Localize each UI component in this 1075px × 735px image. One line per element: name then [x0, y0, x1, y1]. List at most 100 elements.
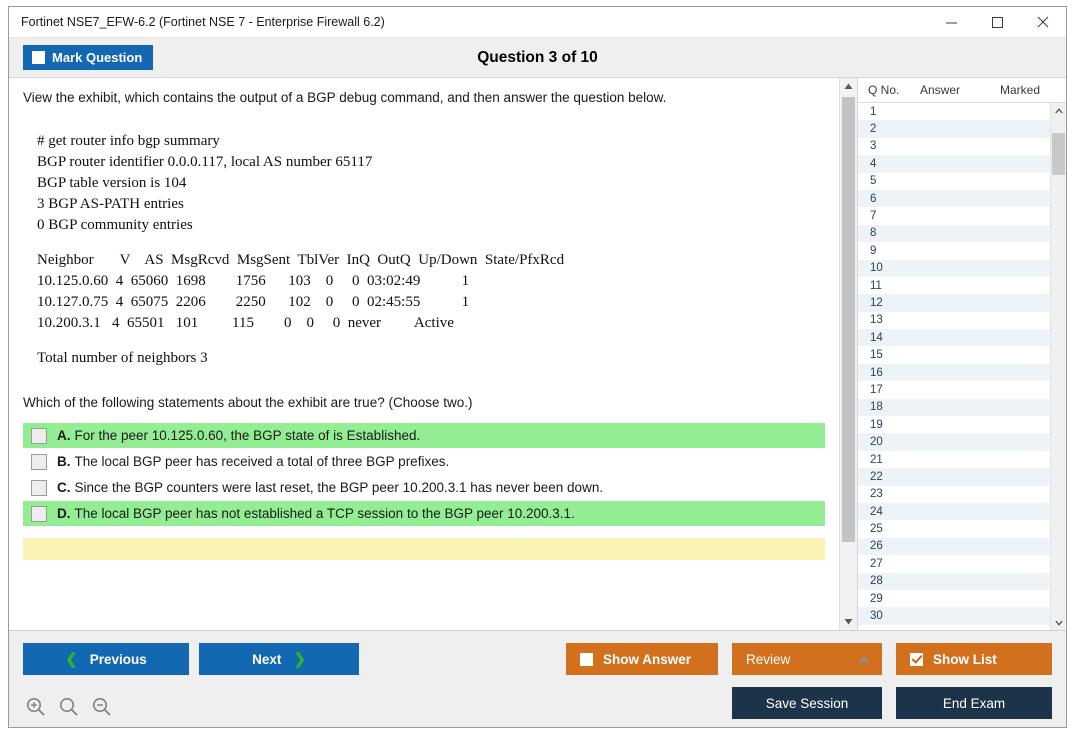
question-list-row[interactable]: 6	[858, 190, 1050, 207]
answer-option-checkbox-icon[interactable]	[31, 506, 47, 522]
mark-question-checkbox-icon[interactable]	[32, 51, 45, 64]
question-list-row[interactable]: 2	[858, 120, 1050, 137]
list-scroll-down-icon[interactable]	[1051, 615, 1066, 630]
question-list-row[interactable]: 1	[858, 103, 1050, 120]
answer-option-checkbox-icon[interactable]	[31, 428, 47, 444]
question-list-row[interactable]: 17	[858, 381, 1050, 398]
scroll-down-icon[interactable]	[840, 613, 857, 630]
close-icon[interactable]	[1020, 8, 1066, 37]
question-list-body: 1234567891011121314151617181920212223242…	[858, 103, 1066, 630]
show-list-checkbox-icon[interactable]	[910, 653, 923, 666]
previous-button[interactable]: ❮ Previous	[23, 643, 189, 675]
previous-label: Previous	[90, 652, 147, 667]
answer-options: A.For the peer 10.125.0.60, the BGP stat…	[23, 423, 825, 526]
list-row-number: 19	[858, 419, 922, 431]
question-list-row[interactable]: 16	[858, 364, 1050, 381]
answer-option-letter: C.	[57, 480, 71, 495]
question-list-row[interactable]: 5	[858, 173, 1050, 190]
question-list-row[interactable]: 10	[858, 260, 1050, 277]
list-row-number: 20	[858, 436, 922, 448]
zoom-controls	[25, 696, 112, 717]
list-row-number: 2	[858, 123, 922, 135]
question-list-row[interactable]: 28	[858, 573, 1050, 590]
question-list-row[interactable]: 21	[858, 451, 1050, 468]
list-row-number: 9	[858, 245, 922, 257]
question-list-row[interactable]: 3	[858, 138, 1050, 155]
answer-option-letter: B.	[57, 454, 71, 469]
question-list-row[interactable]: 19	[858, 416, 1050, 433]
minimize-icon[interactable]	[928, 8, 974, 37]
answer-explanation-bar	[23, 538, 825, 560]
show-answer-label: Show Answer	[603, 652, 691, 667]
answer-option[interactable]: C. Since the BGP counters were last reset…	[23, 475, 825, 500]
end-exam-button[interactable]: End Exam	[896, 687, 1052, 719]
list-row-number: 18	[858, 401, 922, 413]
answer-option-letter: A.	[57, 428, 71, 443]
list-row-number: 25	[858, 523, 922, 535]
answer-option-checkbox-icon[interactable]	[31, 454, 47, 470]
list-row-number: 7	[858, 210, 922, 222]
question-list-row[interactable]: 29	[858, 590, 1050, 607]
zoom-in-icon[interactable]	[25, 696, 46, 717]
zoom-reset-icon[interactable]	[58, 696, 79, 717]
footer-toolbar: ❮ Previous Next ❯ Show Answer Review Sho…	[9, 630, 1066, 727]
list-row-number: 12	[858, 297, 922, 309]
answer-option[interactable]: A.For the peer 10.125.0.60, the BGP stat…	[23, 423, 825, 448]
question-list-row[interactable]: 11	[858, 277, 1050, 294]
review-label: Review	[746, 652, 790, 667]
answer-option[interactable]: D. The local BGP peer has not established…	[23, 501, 825, 526]
title-bar: Fortinet NSE7_EFW-6.2 (Fortinet NSE 7 - …	[9, 7, 1066, 38]
list-row-number: 13	[858, 314, 922, 326]
exhibit-line: 10.127.0.75 4 65075 2206 2250 102 0 0 02…	[37, 292, 825, 313]
list-row-number: 22	[858, 471, 922, 483]
scroll-up-icon[interactable]	[840, 78, 857, 95]
question-list-row[interactable]: 23	[858, 486, 1050, 503]
question-list-scrollbar[interactable]	[1050, 103, 1066, 630]
list-row-number: 10	[858, 262, 922, 274]
body-container: View the exhibit, which contains the out…	[9, 78, 1066, 630]
mark-question-button[interactable]: Mark Question	[23, 45, 153, 70]
column-header-marked: Marked	[1000, 83, 1066, 97]
answer-option-text: Since the BGP counters were last reset, …	[75, 480, 604, 495]
show-answer-button[interactable]: Show Answer	[566, 643, 718, 675]
answer-option-letter: D.	[57, 506, 71, 521]
question-header-bar: Mark Question Question 3 of 10	[9, 38, 1066, 78]
question-list-row[interactable]: 15	[858, 346, 1050, 363]
question-list-row[interactable]: 30	[858, 607, 1050, 624]
mark-question-label: Mark Question	[52, 50, 142, 65]
question-list-row[interactable]: 22	[858, 468, 1050, 485]
column-header-answer: Answer	[920, 83, 1000, 97]
question-list-row[interactable]: 20	[858, 433, 1050, 450]
list-row-number: 27	[858, 558, 922, 570]
question-list-row[interactable]: 14	[858, 329, 1050, 346]
list-row-number: 23	[858, 488, 922, 500]
answer-option[interactable]: B.The local BGP peer has received a tota…	[23, 449, 825, 474]
question-list-row[interactable]: 18	[858, 399, 1050, 416]
question-list-row[interactable]: 25	[858, 520, 1050, 537]
maximize-icon[interactable]	[974, 8, 1020, 37]
question-list-row[interactable]: 7	[858, 207, 1050, 224]
answer-option-checkbox-icon[interactable]	[31, 480, 47, 496]
zoom-out-icon[interactable]	[91, 696, 112, 717]
question-list-row[interactable]: 12	[858, 294, 1050, 311]
question-list-row[interactable]: 26	[858, 538, 1050, 555]
question-pane-scroll-thumb[interactable]	[842, 97, 855, 542]
answer-option-text: The local BGP peer has not established a…	[75, 506, 575, 521]
show-list-button[interactable]: Show List	[896, 643, 1052, 675]
question-pane-scrollbar[interactable]	[839, 78, 857, 630]
list-row-number: 4	[858, 158, 922, 170]
list-row-number: 21	[858, 454, 922, 466]
next-button[interactable]: Next ❯	[199, 643, 359, 675]
show-answer-checkbox-icon[interactable]	[580, 653, 593, 666]
question-list-row[interactable]: 9	[858, 242, 1050, 259]
question-list-row[interactable]: 27	[858, 555, 1050, 572]
question-list-row[interactable]: 24	[858, 503, 1050, 520]
question-list-scroll-thumb[interactable]	[1052, 133, 1065, 175]
question-list-row[interactable]: 13	[858, 312, 1050, 329]
review-dropdown[interactable]: Review	[732, 643, 882, 675]
question-list-row[interactable]: 4	[858, 155, 1050, 172]
question-list-row[interactable]: 8	[858, 225, 1050, 242]
save-session-button[interactable]: Save Session	[732, 687, 882, 719]
exhibit-output: # get router info bgp summaryBGP router …	[37, 131, 825, 369]
list-scroll-up-icon[interactable]	[1051, 103, 1066, 118]
